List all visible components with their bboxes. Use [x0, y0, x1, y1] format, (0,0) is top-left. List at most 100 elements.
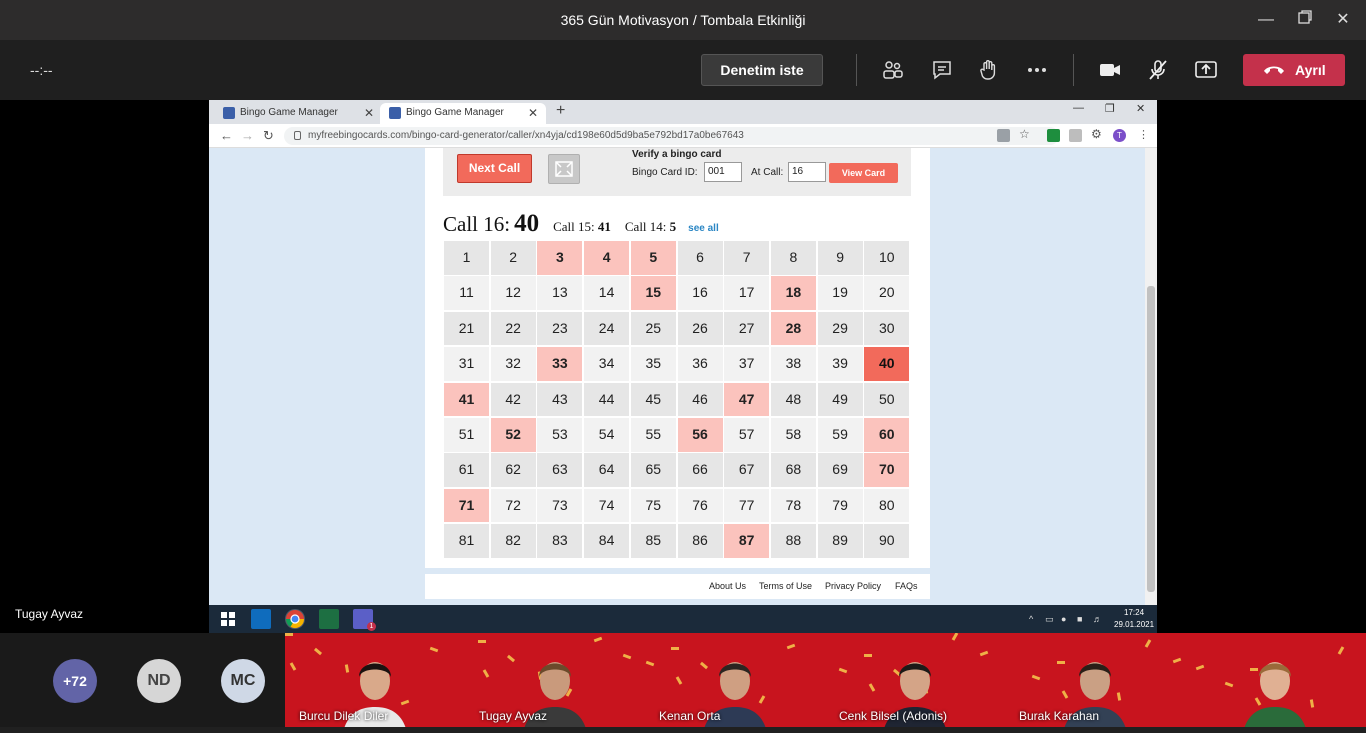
- bingo-number-cell: 79: [817, 488, 863, 523]
- confetti-decoration: [1195, 664, 1205, 671]
- windows-start-icon[interactable]: [218, 609, 238, 629]
- browser-tab[interactable]: Bingo Game Manager ✕: [214, 103, 382, 124]
- chrome-icon[interactable]: [285, 609, 305, 629]
- bingo-number-cell: 78: [770, 488, 816, 523]
- bingo-number-cell: 39: [817, 347, 863, 381]
- confetti-decoration: [838, 667, 848, 674]
- tray-chevron-icon[interactable]: ^: [1029, 614, 1039, 624]
- bingo-number-cell: 72: [490, 488, 536, 523]
- bingo-number-cell: 55: [630, 418, 676, 452]
- bingo-number-cell: 74: [584, 488, 630, 523]
- bingo-number-cell: 47: [724, 382, 770, 417]
- scrollbar-thumb[interactable]: [1147, 286, 1155, 592]
- bingo-number-cell: 81: [444, 524, 489, 558]
- confetti-decoration: [289, 662, 297, 671]
- extension-icon[interactable]: [1069, 129, 1082, 142]
- forward-icon[interactable]: →: [241, 128, 254, 143]
- bingo-number-cell: 37: [724, 347, 770, 381]
- excel-icon[interactable]: [319, 609, 339, 629]
- bingo-number-cell: 10: [864, 241, 910, 275]
- video-tile[interactable]: Burak Karahan: [1005, 633, 1185, 727]
- more-options-icon[interactable]: [1025, 58, 1049, 82]
- card-id-input[interactable]: 001: [704, 162, 742, 182]
- browser-tab-active[interactable]: Bingo Game Manager ✕: [380, 103, 546, 124]
- see-all-link[interactable]: see all: [688, 223, 719, 234]
- share-screen-icon[interactable]: [1194, 58, 1218, 82]
- bingo-number-cell: 52: [490, 418, 536, 452]
- reload-icon[interactable]: ↻: [263, 128, 274, 144]
- fullscreen-button[interactable]: [548, 154, 580, 184]
- translate-icon[interactable]: [997, 129, 1010, 142]
- video-tile[interactable]: Tugay Ayvaz: [465, 633, 645, 727]
- footer-link-terms[interactable]: Terms of Use: [759, 581, 812, 591]
- browser-menu-icon[interactable]: ⋮: [1138, 128, 1149, 141]
- confetti-decoration: [429, 646, 439, 653]
- browser-minimize-icon[interactable]: —: [1073, 102, 1084, 114]
- bingo-number-cell: 76: [677, 488, 723, 523]
- puzzle-icon[interactable]: ⚙: [1091, 127, 1102, 141]
- view-card-button[interactable]: View Card: [829, 163, 898, 183]
- browser-restore-icon[interactable]: ❐: [1105, 102, 1115, 115]
- at-call-input[interactable]: 16: [788, 162, 826, 182]
- back-icon[interactable]: ←: [220, 128, 233, 143]
- footer-link-faqs[interactable]: FAQs: [895, 581, 918, 591]
- camera-icon[interactable]: [1098, 58, 1122, 82]
- bingo-number-cell: 17: [724, 276, 770, 310]
- volume-icon[interactable]: ♬: [1093, 614, 1103, 624]
- footer-link-privacy[interactable]: Privacy Policy: [825, 581, 881, 591]
- bingo-number-cell: 67: [724, 453, 770, 487]
- taskbar-clock[interactable]: 17:24 29.01.2021: [1114, 607, 1154, 631]
- confetti-decoration: [979, 650, 989, 657]
- bingo-number-cell: 27: [724, 311, 770, 346]
- profile-avatar[interactable]: T: [1113, 129, 1126, 142]
- next-call-button[interactable]: Next Call: [457, 154, 532, 183]
- bingo-number-cell: 38: [770, 347, 816, 381]
- bingo-number-cell: 73: [537, 488, 583, 523]
- restore-icon[interactable]: [1293, 8, 1317, 32]
- participants-icon[interactable]: [881, 58, 905, 82]
- new-tab-icon[interactable]: +: [556, 102, 565, 120]
- bingo-number-cell: 33: [537, 347, 583, 381]
- video-tile[interactable]: [1185, 633, 1365, 727]
- confetti-decoration: [478, 640, 486, 643]
- bingo-number-cell: 77: [724, 488, 770, 523]
- more-participants-badge[interactable]: +72: [53, 659, 97, 703]
- chat-icon[interactable]: [930, 58, 954, 82]
- request-control-button[interactable]: Denetim iste: [701, 54, 823, 86]
- bookmark-star-icon[interactable]: ☆: [1019, 127, 1030, 141]
- close-icon[interactable]: ✕: [1331, 8, 1355, 32]
- close-tab-icon[interactable]: ✕: [364, 103, 374, 123]
- close-tab-icon[interactable]: ✕: [528, 103, 538, 123]
- bingo-number-cell: 69: [817, 453, 863, 487]
- url-field[interactable]: myfreebingocards.com/bingo-card-generato…: [284, 127, 1059, 145]
- page-scrollbar[interactable]: [1145, 148, 1157, 605]
- footer-link-about[interactable]: About Us: [709, 581, 746, 591]
- teams-window: 365 Gün Motivasyon / Tombala Etkinliği —…: [0, 0, 1366, 733]
- browser-close-icon[interactable]: ✕: [1136, 102, 1145, 115]
- outlook-icon[interactable]: [251, 609, 271, 629]
- video-tile[interactable]: Cenk Bilsel (Adonis): [825, 633, 1005, 727]
- bingo-number-cell: 9: [817, 241, 863, 275]
- video-tile[interactable]: Burcu Dilek Diler: [285, 633, 465, 727]
- bingo-number-cell: 43: [537, 382, 583, 417]
- tray-app-icon[interactable]: ▭: [1045, 614, 1055, 624]
- mic-muted-icon[interactable]: [1146, 58, 1170, 82]
- leave-button[interactable]: Ayrıl: [1243, 54, 1345, 86]
- bingo-number-cell: 32: [490, 347, 536, 381]
- address-bar: ← → ↻ myfreebingocards.com/bingo-card-ge…: [209, 124, 1157, 148]
- teams-icon[interactable]: 1: [353, 609, 376, 631]
- participant-avatar[interactable]: MC: [221, 659, 265, 703]
- minimize-icon[interactable]: —: [1254, 8, 1278, 32]
- tray-mic-icon[interactable]: ●: [1061, 614, 1071, 624]
- bingo-number-cell: 68: [770, 453, 816, 487]
- raise-hand-icon[interactable]: [977, 58, 1001, 82]
- extension-icon[interactable]: [1047, 129, 1060, 142]
- bingo-number-cell: 80: [864, 488, 910, 523]
- bingo-number-cell: 14: [584, 276, 630, 310]
- video-tile[interactable]: Kenan Orta: [645, 633, 825, 727]
- network-icon[interactable]: ■: [1077, 614, 1087, 624]
- bingo-number-cell: 56: [677, 418, 723, 452]
- bingo-number-cell: 44: [584, 382, 630, 417]
- participant-avatar[interactable]: ND: [137, 659, 181, 703]
- call-history: Call 16: 40 Call 15: 41 Call 14: 5 see a…: [443, 210, 719, 240]
